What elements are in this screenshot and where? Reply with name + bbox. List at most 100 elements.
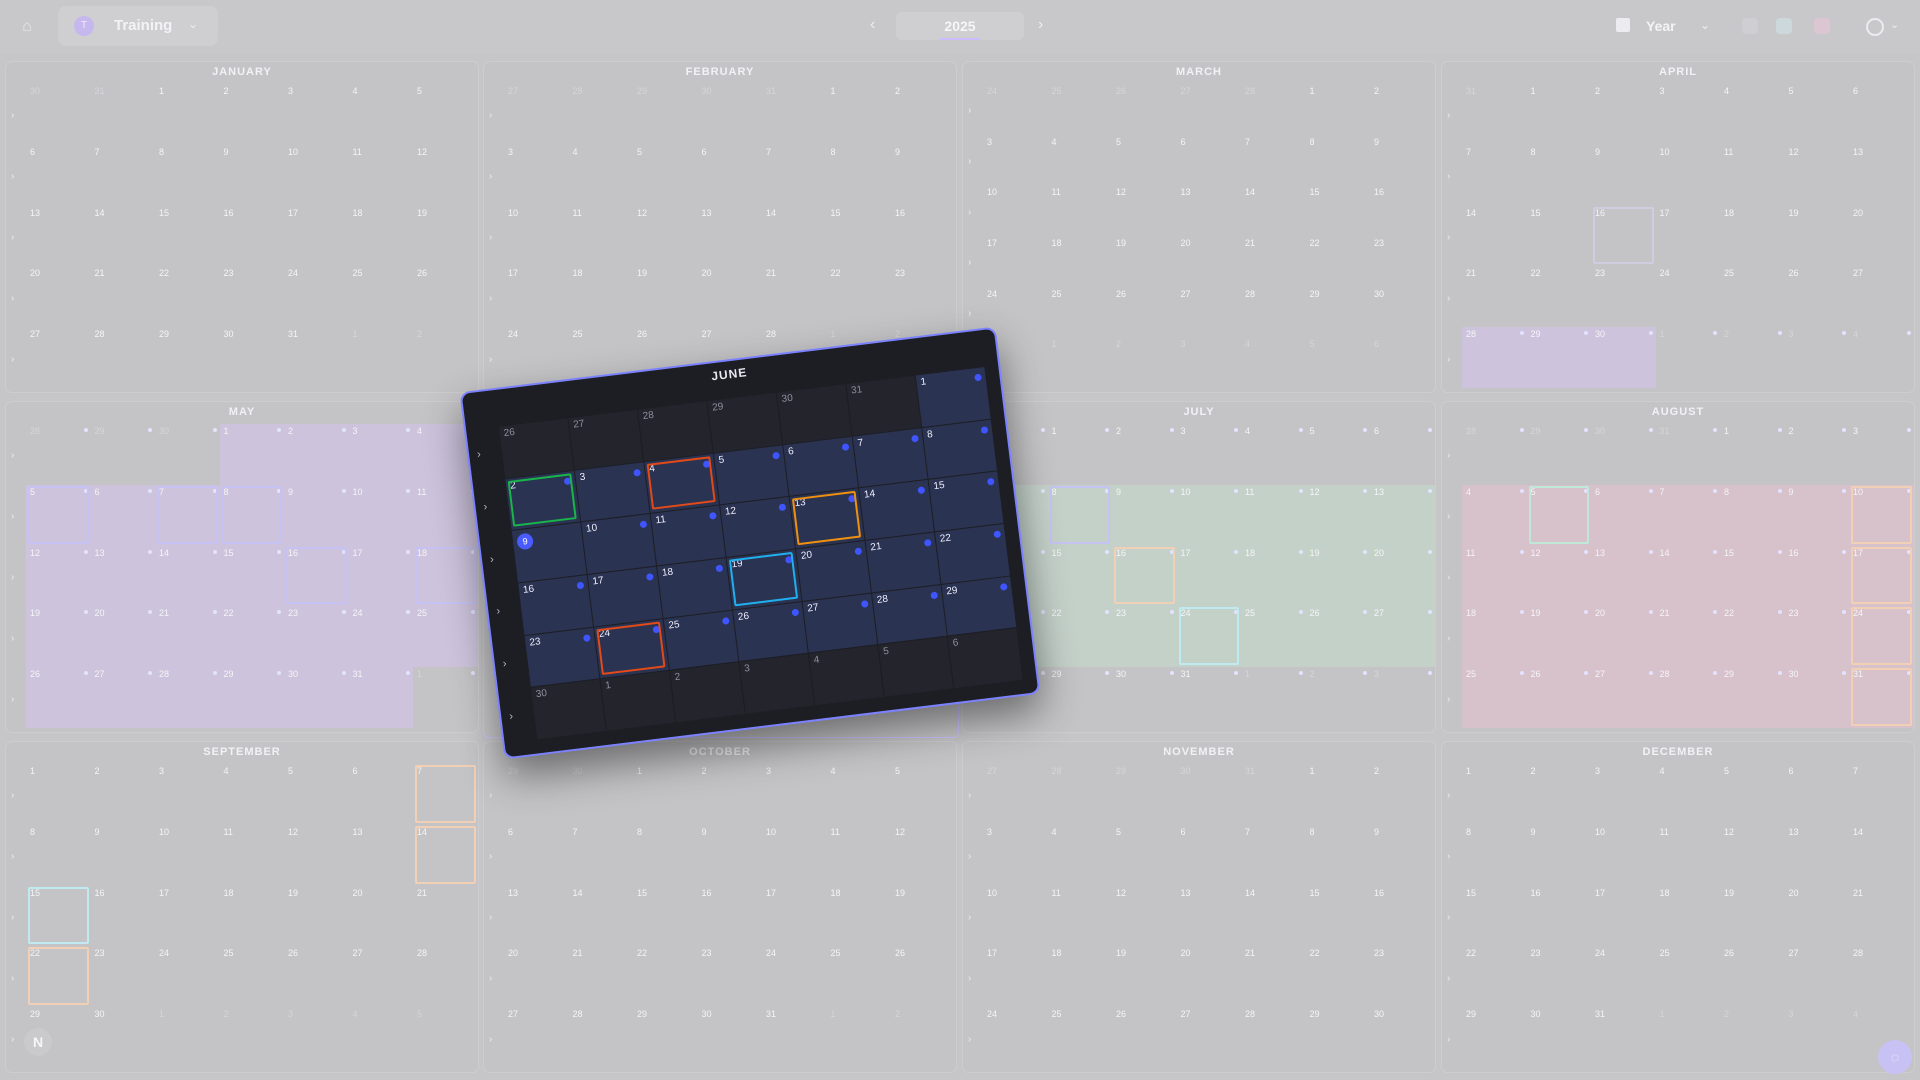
day-cell[interactable]: 9 bbox=[698, 825, 763, 886]
event-highlight[interactable] bbox=[1178, 607, 1239, 666]
week-expand-chevron-icon[interactable]: › bbox=[489, 293, 492, 304]
week-expand-chevron-icon[interactable]: › bbox=[11, 171, 14, 182]
day-cell[interactable]: 3 bbox=[1370, 667, 1435, 728]
day-cell[interactable]: 26 bbox=[497, 417, 574, 479]
week-expand-chevron-icon[interactable]: › bbox=[968, 207, 971, 218]
day-cell[interactable]: 21 bbox=[1462, 266, 1527, 327]
day-cell[interactable]: 8 bbox=[1306, 135, 1371, 186]
day-cell[interactable]: 19 bbox=[1112, 236, 1177, 287]
day-cell[interactable]: 29 bbox=[1048, 667, 1113, 728]
day-cell[interactable]: 3 bbox=[1785, 1007, 1850, 1068]
day-cell[interactable]: 2 bbox=[1785, 424, 1850, 485]
day-cell[interactable]: 10 bbox=[1656, 145, 1721, 206]
week-expand-chevron-icon[interactable]: › bbox=[1447, 790, 1450, 801]
day-cell[interactable]: 12 bbox=[413, 145, 478, 206]
day-cell[interactable]: 13 bbox=[504, 886, 569, 947]
day-cell[interactable]: 15 bbox=[1306, 886, 1371, 947]
home-icon[interactable]: ⌂ bbox=[16, 16, 38, 38]
week-expand-chevron-icon[interactable]: › bbox=[11, 912, 14, 923]
day-cell[interactable]: 24 bbox=[348, 606, 413, 668]
day-cell[interactable]: 27 bbox=[1177, 287, 1242, 338]
day-cell[interactable]: 1 bbox=[1656, 1007, 1721, 1068]
day-cell[interactable]: 3 bbox=[573, 461, 650, 522]
day-cell[interactable]: 9 bbox=[1784, 484, 1849, 546]
day-cell[interactable]: 8 bbox=[155, 145, 220, 206]
day-cell[interactable]: 23 bbox=[1370, 236, 1435, 287]
day-cell[interactable]: 3 bbox=[1177, 424, 1242, 485]
day-cell[interactable]: 30 bbox=[529, 678, 606, 740]
day-cell[interactable]: 17 bbox=[1591, 886, 1656, 947]
day-cell[interactable]: 4 bbox=[1048, 825, 1113, 886]
toolbar-icon-1[interactable] bbox=[1742, 18, 1758, 34]
week-expand-chevron-icon[interactable]: › bbox=[489, 171, 492, 182]
day-cell[interactable]: 19 bbox=[1526, 606, 1591, 668]
day-cell[interactable]: 25 bbox=[662, 609, 739, 671]
day-cell[interactable]: 22 bbox=[155, 266, 220, 327]
day-cell[interactable]: 2 bbox=[1112, 337, 1177, 388]
day-cell[interactable]: 17 bbox=[983, 236, 1048, 287]
day-cell[interactable]: 19 bbox=[26, 606, 91, 668]
day-cell[interactable]: 2 bbox=[1306, 667, 1371, 728]
day-cell[interactable]: 5 bbox=[1785, 84, 1850, 145]
day-cell[interactable]: 6 bbox=[946, 627, 1023, 689]
day-cell[interactable]: 1 bbox=[827, 84, 892, 145]
day-cell[interactable]: 1 bbox=[1527, 84, 1592, 145]
day-cell[interactable]: 25 bbox=[220, 946, 285, 1007]
week-expand-chevron-icon[interactable]: › bbox=[483, 501, 488, 513]
day-cell[interactable]: 27 bbox=[801, 592, 878, 654]
event-highlight[interactable] bbox=[596, 621, 666, 676]
event-highlight[interactable] bbox=[791, 491, 862, 546]
day-cell[interactable]: 4 bbox=[1849, 327, 1914, 388]
day-cell[interactable]: 20 bbox=[1177, 946, 1242, 1007]
day-cell[interactable]: 31 bbox=[284, 327, 349, 388]
day-cell[interactable]: 4 bbox=[1241, 424, 1306, 485]
week-expand-chevron-icon[interactable]: › bbox=[489, 912, 492, 923]
day-cell[interactable]: 16 bbox=[517, 574, 593, 635]
day-cell[interactable]: 26 bbox=[26, 667, 91, 728]
day-cell[interactable]: 15 bbox=[1462, 886, 1527, 947]
day-cell[interactable]: 18 bbox=[1462, 606, 1527, 668]
day-cell[interactable]: 25 bbox=[1048, 84, 1113, 135]
week-expand-chevron-icon[interactable]: › bbox=[11, 633, 14, 644]
event-highlight[interactable] bbox=[1528, 485, 1589, 544]
day-cell[interactable]: 17 bbox=[1656, 206, 1721, 267]
day-cell[interactable]: 1 bbox=[1656, 327, 1721, 388]
day-cell[interactable]: 9 bbox=[1112, 484, 1177, 546]
day-cell[interactable]: 11 bbox=[1720, 145, 1785, 206]
week-expand-chevron-icon[interactable]: › bbox=[968, 105, 971, 116]
day-cell[interactable]: 16 bbox=[1370, 185, 1435, 236]
day-cell[interactable]: 6 bbox=[1177, 825, 1242, 886]
day-cell[interactable]: 7 bbox=[1462, 145, 1527, 206]
day-cell[interactable]: 21 bbox=[1655, 606, 1720, 668]
month-panel-january[interactable]: JANUARY › 30 31 1 2 3 4 5 › 6 7 8 9 10 11 12 › 13 14 15 16 17 1… bbox=[6, 62, 478, 392]
event-highlight[interactable] bbox=[507, 472, 577, 528]
day-cell[interactable]: 1 bbox=[914, 366, 991, 427]
day-cell[interactable]: 2 bbox=[413, 327, 478, 388]
day-cell[interactable]: 18 bbox=[656, 557, 732, 618]
day-cell[interactable]: 3 bbox=[284, 84, 349, 145]
day-cell[interactable]: 24 bbox=[504, 327, 569, 388]
day-cell[interactable]: 4 bbox=[349, 84, 414, 145]
week-expand-chevron-icon[interactable]: › bbox=[1447, 232, 1450, 243]
day-cell[interactable]: 19 bbox=[413, 206, 478, 267]
day-cell[interactable]: 31 bbox=[762, 1007, 827, 1068]
day-cell[interactable]: 4 bbox=[1720, 84, 1785, 145]
week-expand-chevron-icon[interactable]: › bbox=[11, 354, 14, 365]
day-cell[interactable]: 30 bbox=[698, 1007, 763, 1068]
day-cell[interactable]: 4 bbox=[1656, 764, 1721, 825]
day-cell[interactable]: 11 bbox=[1241, 484, 1306, 546]
day-cell[interactable]: 22 bbox=[1462, 946, 1527, 1007]
day-cell[interactable]: 7 bbox=[1241, 135, 1306, 186]
day-cell[interactable]: 16 bbox=[698, 886, 763, 947]
week-expand-chevron-icon[interactable]: › bbox=[489, 1034, 492, 1045]
day-cell[interactable]: 22 bbox=[1306, 236, 1371, 287]
day-cell[interactable]: 27 bbox=[504, 1007, 569, 1068]
day-cell[interactable]: 23 bbox=[91, 946, 156, 1007]
day-cell[interactable]: 2 bbox=[1720, 327, 1785, 388]
day-cell[interactable]: 29 bbox=[504, 764, 569, 825]
day-cell[interactable]: 21 bbox=[864, 531, 941, 593]
day-cell[interactable]: 27 bbox=[1177, 84, 1242, 135]
week-expand-chevron-icon[interactable]: › bbox=[968, 851, 971, 862]
day-cell[interactable]: 23 bbox=[1591, 266, 1656, 327]
week-expand-chevron-icon[interactable]: › bbox=[11, 450, 14, 461]
